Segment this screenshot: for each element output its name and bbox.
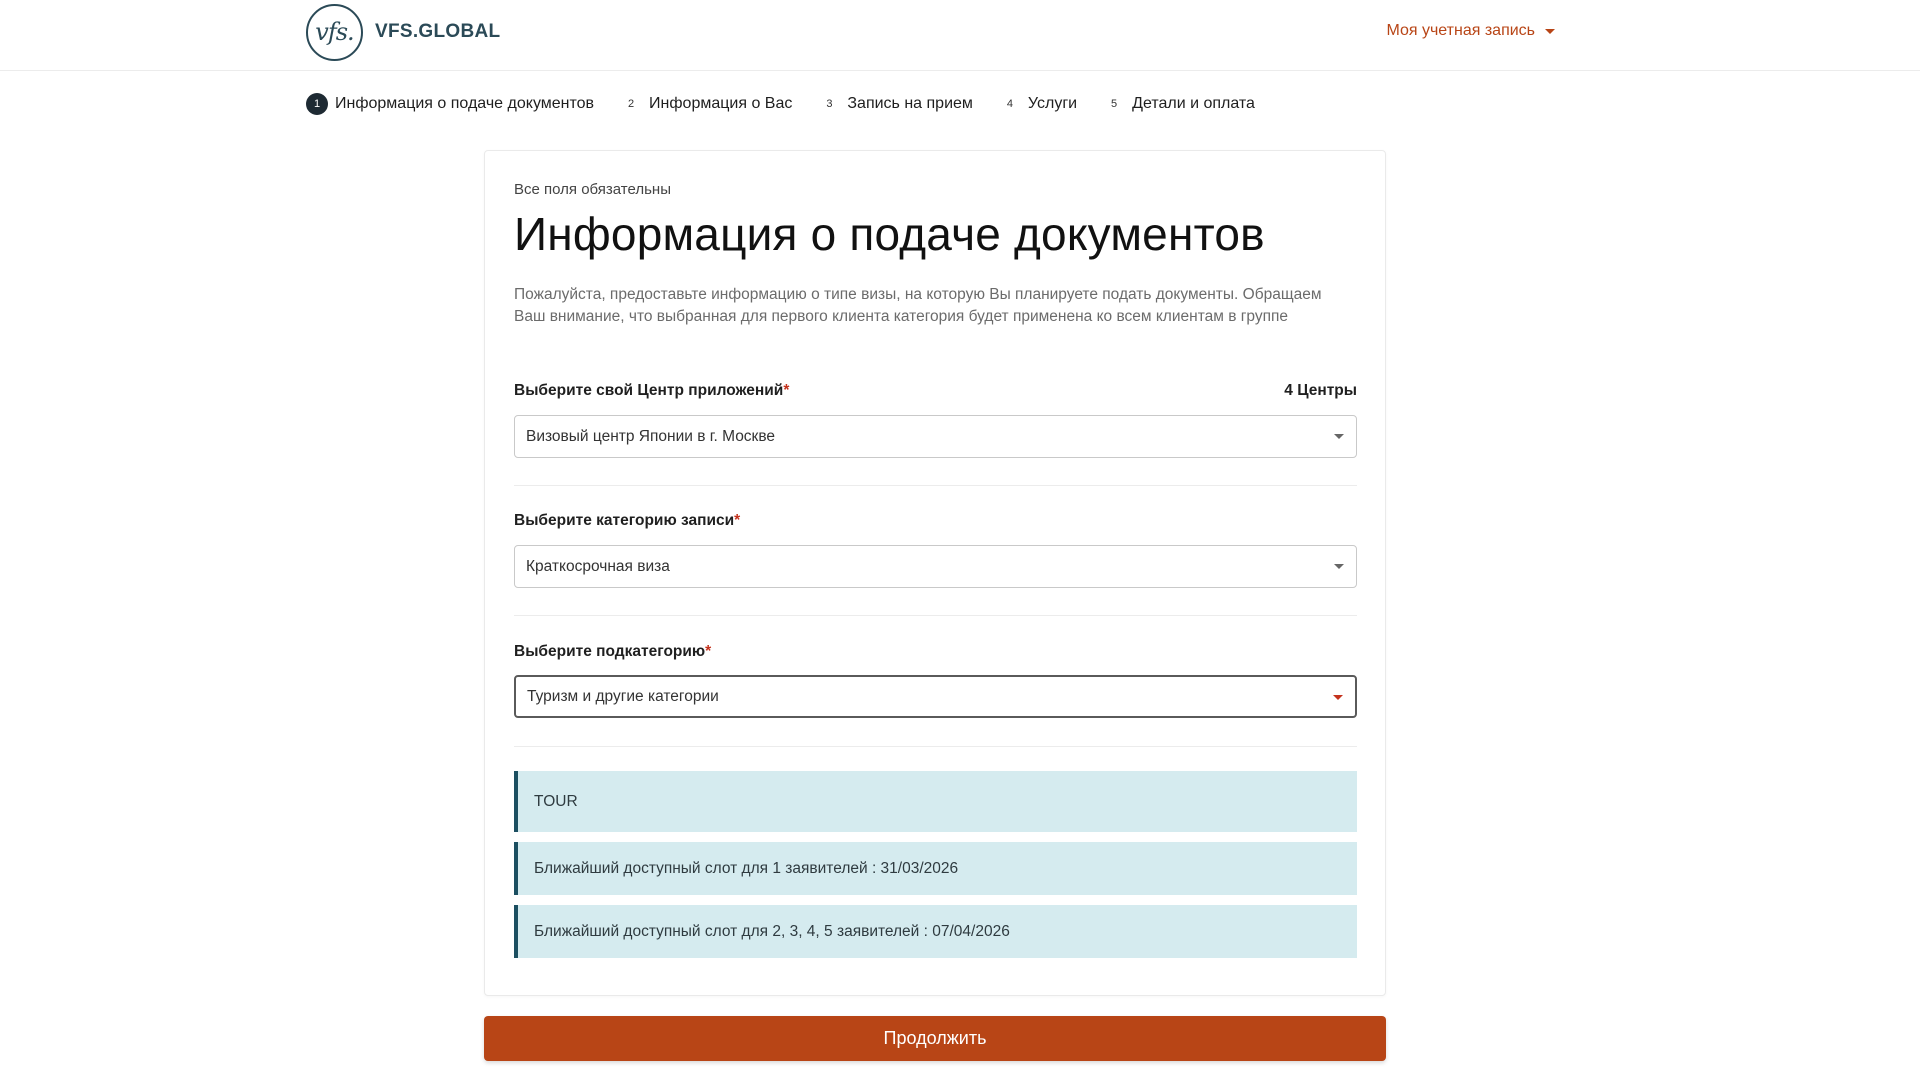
category-field-header: Выберите категорию записи* [514,512,1357,530]
subcategory-field-header: Выберите подкатегорию* [514,643,1357,661]
application-form-card: Все поля обязательны Информация о подаче… [484,150,1386,996]
step-4[interactable]: 4 Услуги [999,93,1077,115]
slot-alert-group: Ближайший доступный слот для 2, 3, 4, 5 … [514,905,1357,958]
divider [514,746,1357,747]
center-field-label: Выберите свой Центр приложений* [514,382,790,399]
step-label: Запись на прием [847,95,973,112]
vfs-logo-text: VFS.GLOBAL [375,21,501,42]
slot-text: Ближайший доступный слот для 1 заявителе… [534,859,959,877]
divider [514,485,1357,486]
step-label: Детали и оплата [1132,95,1255,112]
progress-stepper: 1 Информация о подаче документов 2 Инфор… [306,92,1281,116]
continue-button[interactable]: Продолжить [484,1016,1386,1061]
step-number: 1 [306,93,328,115]
chevron-down-icon [1333,695,1343,700]
step-label: Информация о подаче документов [335,95,595,112]
center-select-value: Визовый центр Японии в г. Москве [526,427,776,445]
chevron-down-icon [1545,28,1555,34]
center-count: 4 Центры [1284,382,1357,399]
vfs-logo-mark: vfs. [306,3,363,61]
account-menu-label: Моя учетная запись [1386,22,1535,39]
step-1[interactable]: 1 Информация о подаче документов [306,93,594,115]
form-description: Пожалуйста, предоставьте информацию о ти… [514,286,1322,325]
step-number: 2 [627,98,635,110]
step-label: Услуги [1027,95,1078,112]
slot-text: Ближайший доступный слот для 2, 3, 4, 5 … [534,922,1010,940]
step-2[interactable]: 2 Информация о Вас [620,93,792,115]
chevron-down-icon [1334,564,1344,569]
category-info-alert: TOUR [514,771,1357,832]
page-title: Информация о подаче документов [514,208,1265,260]
step-number: 3 [826,98,833,110]
top-navbar: vfs. VFS.GLOBAL Моя учетная запись [0,0,1920,71]
step-number: 5 [1111,98,1118,110]
subcategory-select[interactable]: Туризм и другие категории [514,675,1357,718]
step-5[interactable]: 5 Детали и оплата [1103,93,1255,115]
category-select[interactable]: Краткосрочная виза [514,545,1357,588]
subcategory-field-label: Выберите подкатегорию* [514,643,712,660]
center-select[interactable]: Визовый центр Японии в г. Москве [514,415,1357,458]
step-3[interactable]: 3 Запись на прием [818,93,973,115]
category-code: TOUR [534,792,578,810]
center-field-header: Выберите свой Центр приложений* 4 Центры [514,382,1357,400]
slot-alert-single: Ближайший доступный слот для 1 заявителе… [514,842,1357,895]
category-field-label: Выберите категорию записи* [514,512,741,529]
subcategory-select-value: Туризм и другие категории [527,687,719,705]
account-menu[interactable]: Моя учетная запись [1386,20,1555,42]
step-label: Информация о Вас [649,95,793,112]
chevron-down-icon [1334,434,1344,439]
vfs-logo[interactable]: vfs. VFS.GLOBAL [306,3,500,61]
category-select-value: Краткосрочная виза [526,557,670,575]
step-number: 4 [1006,98,1013,110]
divider [514,615,1357,616]
required-fields-note: Все поля обязательны [514,181,671,198]
